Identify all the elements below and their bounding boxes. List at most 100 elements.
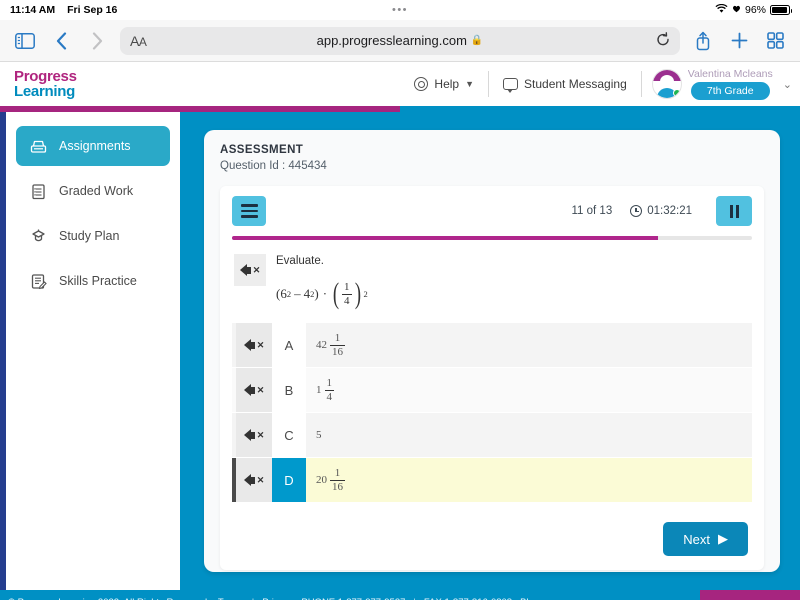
- choice-speaker-muted-icon[interactable]: ✕: [236, 323, 272, 368]
- timer-value: 01:32:21: [647, 205, 692, 217]
- ios-status-bar: 11:14 AM Fri Sep 16 ••• 96%: [0, 0, 800, 20]
- assessment-title: ASSESSMENT: [220, 144, 304, 156]
- assessment-card: ASSESSMENT Question Id : 445434 11 of 13…: [204, 130, 780, 572]
- online-status-dot: [672, 89, 681, 97]
- choice-fraction: 14: [324, 377, 334, 403]
- next-button[interactable]: Next ▶: [663, 522, 748, 557]
- sidebar-item-skills-practice[interactable]: Skills Practice: [16, 261, 170, 301]
- next-button-label: Next: [683, 531, 710, 547]
- expr-dot: ·: [322, 286, 328, 302]
- choice-numerator: 1: [326, 377, 333, 390]
- new-tab-icon[interactable]: [726, 28, 752, 54]
- question-content: Evaluate. (6 2 – 4 2) · ( 1 4 ) 2: [276, 254, 368, 311]
- progress-learning-logo[interactable]: Progress Learning: [14, 69, 77, 99]
- question-block: ✕ Evaluate. (6 2 – 4 2) · ( 1 4) 2: [232, 254, 752, 311]
- sidebar-item-study-plan[interactable]: Study Plan: [16, 216, 170, 256]
- footer-separator-2: |: [413, 597, 415, 600]
- student-messaging-label: Student Messaging: [524, 77, 627, 91]
- url-text: app.progresslearning.com: [316, 33, 467, 48]
- sidebar-label-study-plan: Study Plan: [59, 229, 120, 243]
- address-bar[interactable]: AA app.progresslearning.com 🔒: [120, 26, 680, 55]
- study-plan-icon: [30, 228, 47, 245]
- quiz-panel: 11 of 13 01:32:21 ✕ Evaluate. (6 2 – 4 …: [220, 186, 764, 571]
- status-bar-left: 11:14 AM Fri Sep 16: [10, 4, 117, 16]
- progress-bar-fill: [232, 236, 659, 240]
- footer-privacy-link[interactable]: Privacy: [262, 597, 293, 600]
- footer-accent-block: [700, 590, 800, 600]
- sidebar: Assignments Graded Work Study Plan Skill…: [6, 112, 180, 590]
- answer-choice-c[interactable]: ✕ C 5: [232, 413, 752, 458]
- grade-badge[interactable]: 7th Grade: [690, 82, 770, 100]
- logo-line-1: Progress: [14, 68, 77, 85]
- choice-denominator: 4: [324, 389, 334, 403]
- quiz-toolbar: 11 of 13 01:32:21: [232, 196, 752, 226]
- expr-minus: –: [294, 286, 301, 302]
- footer-blog-link[interactable]: Blog: [520, 597, 539, 600]
- expr-outer-exponent: 2: [363, 289, 368, 300]
- sidebar-item-assignments[interactable]: Assignments: [16, 126, 170, 166]
- choice-letter: B: [272, 368, 306, 413]
- quiz-meta: 11 of 13 01:32:21: [572, 196, 752, 226]
- sidebar-label-assignments: Assignments: [59, 139, 131, 153]
- choice-fraction: 1 16: [330, 467, 345, 493]
- answer-choices: ✕ A 42 1 16 ✕ B 1 1 4 ✕ C 5 ✕ D 20 1 16: [232, 323, 752, 503]
- help-icon: [414, 77, 429, 91]
- progress-bar: [232, 236, 752, 240]
- user-info: Valentina Mcleans 7th Grade: [688, 68, 773, 100]
- footer-copyright: © Progress Learning 2022, All Rights Res…: [8, 597, 210, 600]
- answer-choice-d[interactable]: ✕ D 20 1 16: [232, 458, 752, 503]
- choice-denominator: 16: [330, 479, 345, 493]
- expr-frac-denominator: 4: [342, 293, 352, 307]
- choice-whole: 5: [316, 429, 322, 442]
- choice-letter: D: [272, 458, 306, 503]
- footer-phone: PHONE 1-877-377-9537: [301, 597, 405, 600]
- url-text-wrap: app.progresslearning.com 🔒: [120, 33, 680, 48]
- answer-choice-b[interactable]: ✕ B 1 1 4: [232, 368, 752, 413]
- choice-whole: 20: [316, 474, 327, 487]
- expr-big-close-paren: ): [354, 277, 361, 311]
- next-button-wrap: Next ▶: [232, 522, 752, 557]
- expr-exp1: 2: [286, 289, 292, 300]
- footer-terms-link[interactable]: Terms: [218, 597, 244, 600]
- question-speaker-muted-icon[interactable]: ✕: [234, 254, 266, 286]
- lock-icon: 🔒: [470, 35, 484, 46]
- sidebar-toggle-icon[interactable]: [12, 28, 38, 54]
- battery-icon: [770, 5, 792, 15]
- footer-fax: FAX 1-877-816-0808: [424, 597, 512, 600]
- sidebar-item-graded-work[interactable]: Graded Work: [16, 171, 170, 211]
- chevron-down-icon: ▼: [465, 79, 475, 89]
- battery-percent: 96%: [744, 4, 766, 16]
- choice-speaker-muted-icon[interactable]: ✕: [236, 413, 272, 458]
- user-menu[interactable]: Valentina Mcleans 7th Grade ⌄: [642, 68, 792, 100]
- timer: 01:32:21: [630, 205, 692, 217]
- assignments-icon: [30, 138, 47, 155]
- hamburger-menu-icon[interactable]: [232, 196, 266, 226]
- app-body: Assignments Graded Work Study Plan Skill…: [0, 112, 800, 590]
- choice-whole: 42: [316, 339, 327, 352]
- question-prompt: Evaluate.: [276, 255, 324, 267]
- choice-letter: A: [272, 323, 306, 368]
- sidebar-label-skills-practice: Skills Practice: [59, 274, 137, 288]
- share-icon[interactable]: [690, 28, 716, 54]
- choice-fraction: 1 16: [330, 332, 345, 358]
- avatar: [651, 69, 682, 99]
- tab-grid-icon[interactable]: [762, 28, 788, 54]
- pause-button[interactable]: [716, 196, 752, 226]
- user-chevron-down-icon[interactable]: ⌄: [783, 78, 792, 91]
- help-menu[interactable]: Help ▼: [400, 71, 488, 97]
- choice-letter: C: [272, 413, 306, 458]
- wifi-icon: [715, 3, 728, 17]
- header-right-group: Help ▼ Student Messaging Valentina Mclea…: [400, 62, 792, 106]
- clock-icon: [630, 205, 643, 217]
- choice-text: 20 1 16: [306, 458, 752, 502]
- footer-separator-1: |: [252, 597, 254, 600]
- bluetooth-icon: [732, 4, 741, 16]
- answer-choice-a[interactable]: ✕ A 42 1 16: [232, 323, 752, 368]
- choice-speaker-muted-icon[interactable]: ✕: [236, 458, 272, 503]
- student-messaging-button[interactable]: Student Messaging: [489, 71, 641, 97]
- status-time: 11:14 AM: [10, 4, 56, 16]
- sidebar-label-graded-work: Graded Work: [59, 184, 134, 198]
- choice-speaker-muted-icon[interactable]: ✕: [236, 368, 272, 413]
- back-button[interactable]: [48, 28, 74, 54]
- skills-practice-icon: [30, 273, 47, 290]
